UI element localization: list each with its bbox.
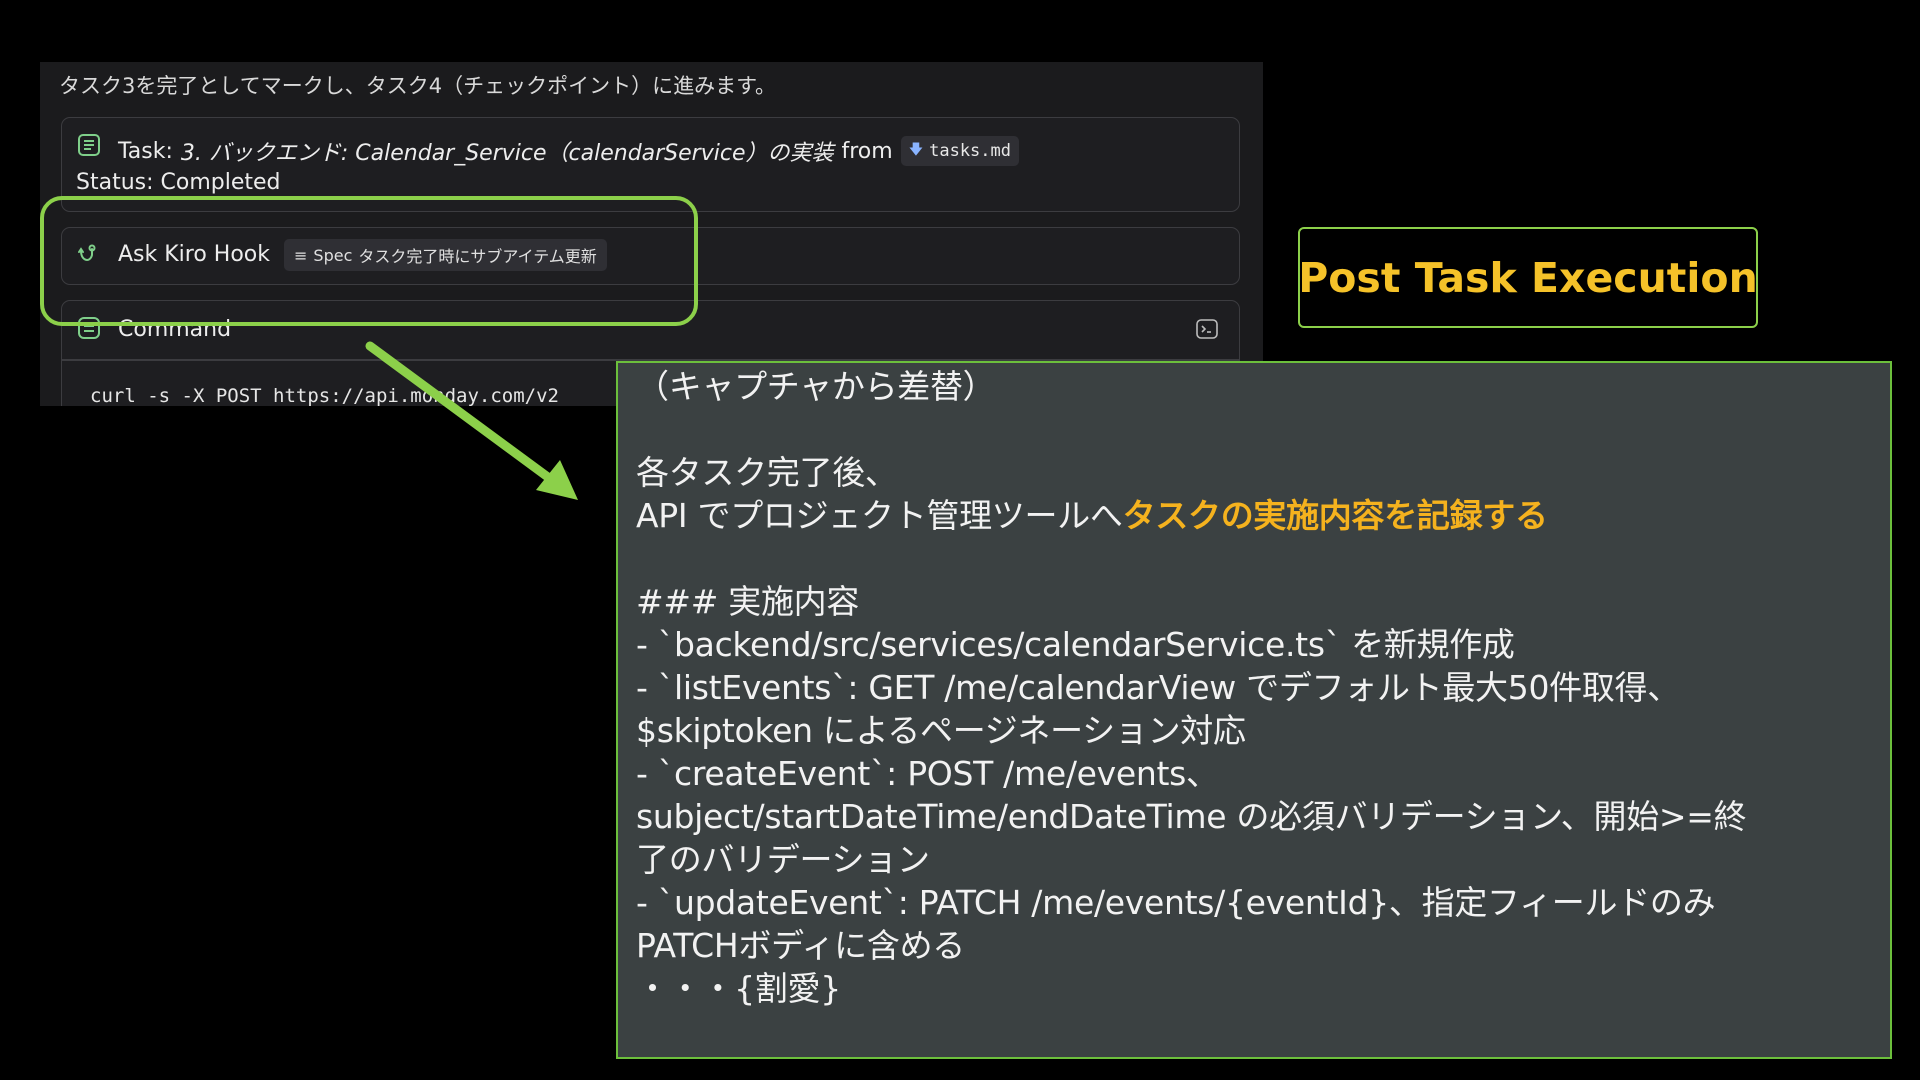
task-status: Status: Completed (76, 170, 281, 195)
info-line-3-plain: API でプロジェクト管理ツールへ (636, 496, 1123, 535)
info-line-8: - `createEvent`: POST /me/events、 (636, 754, 1219, 793)
post-task-execution-label: Post Task Execution (1298, 227, 1758, 328)
info-line-11: - `updateEvent`: PATCH /me/events/{event… (636, 883, 1716, 922)
info-heading: ### 実施内容 (636, 582, 860, 621)
terminal-icon[interactable] (1195, 317, 1219, 341)
file-name: tasks.md (929, 141, 1011, 161)
hook-highlight-frame (40, 196, 698, 326)
info-line-3: API でプロジェクト管理ツールへタスクの実施内容を記録する (636, 494, 1872, 537)
info-line-13: ・・・{割愛} (636, 969, 841, 1008)
info-line-12: PATCHボディに含める (636, 926, 965, 965)
file-pin-icon: 🡇 (908, 142, 924, 158)
info-line-7: $skiptoken によるページネーション対応 (636, 711, 1246, 750)
info-line-9: subject/startDateTime/endDateTime の必須バリデ… (636, 797, 1747, 836)
task-from-label: from (841, 138, 893, 164)
info-line-5: - `backend/src/services/calendarService.… (636, 625, 1515, 664)
info-line-10: 了のバリデーション (636, 840, 930, 879)
task-line: Task: 3. バックエンド: Calendar_Service（calend… (118, 135, 1019, 167)
info-replaced-note: （キャプチャから差替） (636, 367, 996, 406)
info-line-3-highlight: タスクの実施内容を記録する (1122, 496, 1548, 535)
task-list-icon (78, 134, 100, 156)
info-line-2: 各タスク完了後、 (636, 453, 898, 492)
arrow-icon (365, 341, 578, 500)
task-title: 3. バックエンド: Calendar_Service（calendarServ… (180, 141, 834, 166)
chat-intro-message: タスク3を完了としてマークし、タスク4（チェックポイント）に進みます。 (59, 74, 776, 98)
info-panel: （キャプチャから差替） 各タスク完了後、 API でプロジェクト管理ツールへタス… (616, 361, 1892, 1059)
file-chip[interactable]: 🡇 tasks.md (900, 136, 1019, 166)
info-line-6: - `listEvents`: GET /me/calendarView でデフ… (636, 668, 1680, 707)
task-prefix: Task: (118, 138, 173, 164)
label-text: Post Task Execution (1298, 253, 1758, 302)
